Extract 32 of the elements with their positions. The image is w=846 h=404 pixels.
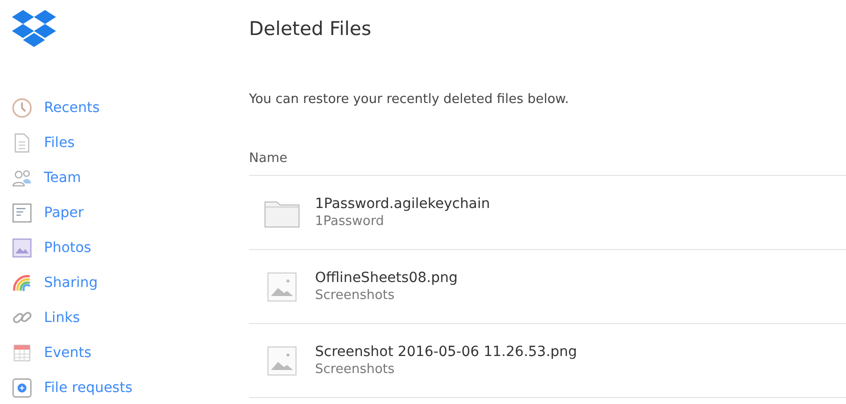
column-header[interactable]: Name bbox=[249, 150, 288, 166]
sidebar-item[interactable]: Team bbox=[12, 160, 249, 195]
people-icon bbox=[12, 168, 32, 188]
sidebar-item[interactable]: Photos bbox=[12, 230, 249, 265]
rainbow-icon bbox=[12, 272, 32, 292]
file-location: 1Password bbox=[315, 214, 385, 229]
file-row[interactable]: 1Password.agilekeychain 1Password bbox=[249, 176, 846, 250]
sidebar-item[interactable]: Files bbox=[12, 125, 249, 160]
page-title: Deleted Files bbox=[249, 18, 372, 40]
paper-icon bbox=[12, 202, 32, 222]
file-row[interactable]: Screenshot 2016-05-06 11.26.53.png Screenshots bbox=[249, 324, 846, 398]
calendar-icon bbox=[12, 342, 32, 362]
image-file-icon bbox=[267, 346, 297, 376]
sidebar-item[interactable]: File requests bbox=[12, 370, 249, 404]
sidebar-item[interactable]: Recents bbox=[12, 90, 249, 125]
clock-icon bbox=[12, 98, 32, 118]
file-name: OfflineSheets08.png bbox=[315, 270, 458, 286]
logo-icon[interactable] bbox=[12, 10, 56, 50]
sidebar-item[interactable]: Events bbox=[12, 335, 249, 370]
file-location: Screenshots bbox=[315, 362, 396, 377]
file-name: 1Password.agilekeychain bbox=[315, 196, 490, 212]
document-icon bbox=[12, 132, 32, 152]
add-file-icon bbox=[12, 378, 32, 398]
file-row[interactable]: OfflineSheets08.png Screenshots bbox=[249, 250, 846, 324]
file-name: Screenshot 2016-05-06 11.26.53.png bbox=[315, 344, 578, 360]
sidebar-item[interactable]: Sharing bbox=[12, 265, 249, 300]
sidebar-item[interactable]: Links bbox=[12, 300, 249, 335]
photo-icon bbox=[12, 238, 32, 258]
sidebar-item[interactable]: Paper bbox=[12, 195, 249, 230]
file-location: Screenshots bbox=[315, 288, 396, 303]
image-file-icon bbox=[267, 272, 297, 302]
description-text: You can restore your recently deleted files below. bbox=[249, 92, 570, 107]
